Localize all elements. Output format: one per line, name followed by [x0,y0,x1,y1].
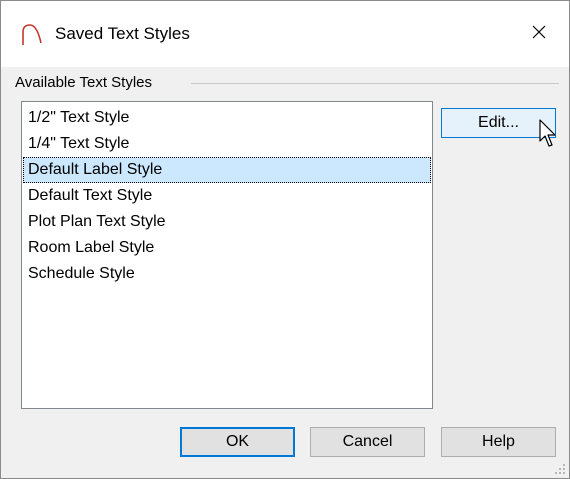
edit-button[interactable]: Edit... [441,108,556,138]
window-title: Saved Text Styles [55,24,190,43]
cancel-button[interactable]: Cancel [310,427,425,457]
ok-button[interactable]: OK [180,427,295,457]
group-divider [191,83,559,84]
group-label: Available Text Styles [15,74,161,92]
close-icon [532,25,546,39]
arch-icon [22,24,42,45]
close-button[interactable] [509,1,569,63]
text-styles-listbox[interactable]: 1/2" Text Style 1/4" Text Style Default … [21,101,433,409]
help-button[interactable]: Help [441,427,556,457]
list-item[interactable]: Plot Plan Text Style [23,209,431,235]
list-item[interactable]: 1/2" Text Style [23,105,431,131]
resize-grip-icon[interactable] [552,461,566,475]
list-item[interactable]: Default Label Style [23,157,431,183]
title-bar[interactable]: Saved Text Styles [1,1,569,67]
list-item[interactable]: 1/4" Text Style [23,131,431,157]
list-item[interactable]: Schedule Style [23,261,431,287]
saved-text-styles-dialog: Saved Text Styles Available Text Styles … [0,0,570,479]
list-item[interactable]: Default Text Style [23,183,431,209]
list-item[interactable]: Room Label Style [23,235,431,261]
